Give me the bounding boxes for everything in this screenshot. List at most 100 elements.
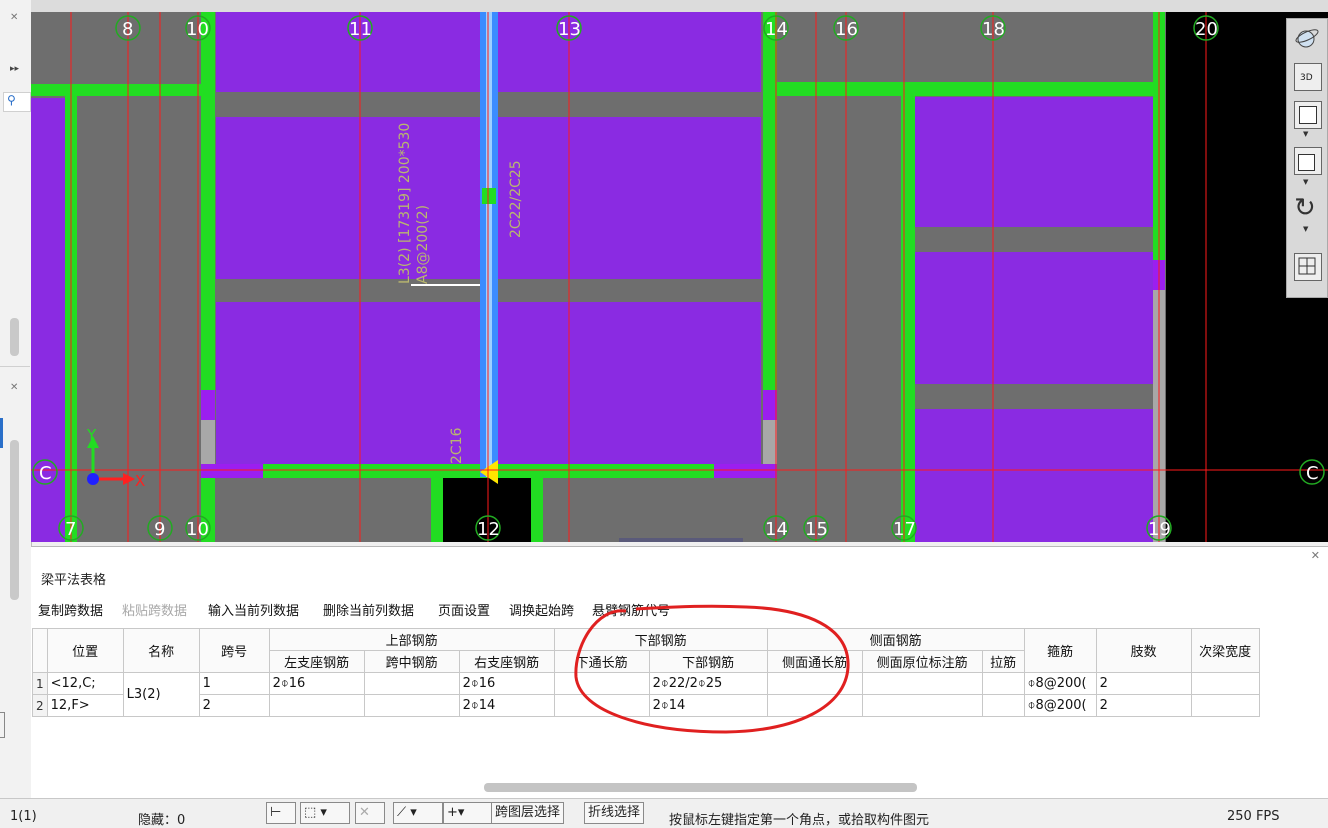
cross-select-icon[interactable]: ✕ xyxy=(355,802,385,824)
beam-end[interactable] xyxy=(201,464,263,478)
beam[interactable] xyxy=(531,478,543,542)
ucs-y-label: Y xyxy=(86,426,97,444)
cell-span[interactable]: 1 xyxy=(198,672,270,695)
cell-tie-bar[interactable] xyxy=(981,694,1025,717)
orbit-icon[interactable] xyxy=(1294,25,1320,51)
selection-marker xyxy=(0,418,3,448)
col-header-position[interactable]: 位置 xyxy=(46,628,124,673)
panel-title: 梁平法表格 xyxy=(41,573,107,588)
paste-span-button[interactable]: 粘贴跨数据 xyxy=(122,600,187,619)
grid-layout-icon[interactable] xyxy=(1294,253,1322,281)
status-bar: 1(1) 隐藏：0 ⊢ ⬚ ▾ ✕ ⟋ ▾ +▾ 跨图层选择 折线选择 按鼠标左… xyxy=(0,798,1328,828)
beam-annotation: 2C22/2C25 xyxy=(508,160,524,238)
row-index[interactable]: 1 xyxy=(32,672,48,695)
cad-canvas[interactable]: 8 10 11 13 14 16 18 20 7 9 10 12 14 15 1… xyxy=(31,12,1328,542)
axis-label: 9 xyxy=(154,519,165,540)
col-header-right-support[interactable]: 右支座钢筋 xyxy=(458,650,555,673)
col-header-legs[interactable]: 肢数 xyxy=(1095,628,1192,673)
slab[interactable] xyxy=(915,409,1155,542)
col-header-secondary-width[interactable]: 次梁宽度 xyxy=(1190,628,1260,673)
col-header-mid-span[interactable]: 跨中钢筋 xyxy=(363,650,460,673)
cell-right-support[interactable]: 2⌽16 xyxy=(458,672,555,695)
box-select-icon[interactable]: ⬚ ▾ xyxy=(300,802,350,824)
cell-side-in-situ[interactable] xyxy=(861,694,983,717)
expand-icon[interactable]: ▸▸ xyxy=(10,64,19,74)
axis-label: 15 xyxy=(805,519,828,540)
copy-span-button[interactable]: 复制跨数据 xyxy=(38,600,103,619)
line-select-icon[interactable]: ⟋ ▾ xyxy=(393,802,443,824)
axis-label: 20 xyxy=(1195,19,1218,40)
chevron-down-icon[interactable]: ▼ xyxy=(1303,225,1308,233)
slab[interactable] xyxy=(915,252,1155,384)
chevron-down-icon[interactable]: ▼ xyxy=(1303,130,1308,138)
cell-name[interactable]: L3(2) xyxy=(122,672,200,717)
axis-label: 12 xyxy=(477,519,500,540)
cell-position[interactable]: <12,C; xyxy=(46,672,124,695)
cell-mid-span[interactable] xyxy=(363,694,460,717)
rotate-icon[interactable]: ↻ xyxy=(1294,193,1320,223)
cross-layer-select-button[interactable]: 跨图层选择 xyxy=(491,802,565,824)
delete-column-button[interactable]: 删除当前列数据 xyxy=(323,600,414,619)
cell-tie-bar[interactable] xyxy=(981,672,1025,695)
chevron-down-icon[interactable]: ▼ xyxy=(1303,178,1308,186)
axis-label: 10 xyxy=(186,19,209,40)
beam[interactable] xyxy=(901,96,915,542)
splitter-handle[interactable] xyxy=(0,712,5,738)
scrollbar-thumb[interactable] xyxy=(10,318,19,356)
col-header-stirrup[interactable]: 箍筋 xyxy=(1023,628,1097,673)
close-icon[interactable]: ✕ xyxy=(10,12,18,24)
cell-legs[interactable]: 2 xyxy=(1095,672,1192,695)
input-column-button[interactable]: 输入当前列数据 xyxy=(208,600,299,619)
polyline-select-button[interactable]: 折线选择 xyxy=(584,802,645,824)
search-icon[interactable]: ⚲ xyxy=(7,93,16,107)
cell-position[interactable]: 12,F> xyxy=(46,694,124,717)
close-icon[interactable]: ✕ xyxy=(10,382,18,394)
scrollbar-thumb[interactable] xyxy=(10,440,19,600)
point-select-icon[interactable]: ⊢ xyxy=(266,802,296,824)
beam[interactable] xyxy=(31,84,201,96)
col-header-left-support[interactable]: 左支座钢筋 xyxy=(268,650,365,673)
cell-stirrup[interactable]: ⌽8@200( xyxy=(1023,672,1097,695)
col-header-side-in-situ[interactable]: 侧面原位标注筋 xyxy=(861,650,983,673)
view-box-icon[interactable] xyxy=(1294,147,1322,175)
beam-end[interactable] xyxy=(714,464,777,478)
axis-label: 14 xyxy=(765,19,788,40)
beam-node xyxy=(482,188,496,204)
cell-left-support[interactable] xyxy=(268,694,365,717)
column[interactable] xyxy=(201,390,215,420)
col-header-tie-bar[interactable]: 拉筋 xyxy=(981,650,1025,673)
cell-legs[interactable]: 2 xyxy=(1095,694,1192,717)
cell-span[interactable]: 2 xyxy=(198,694,270,717)
page-setup-button[interactable]: 页面设置 xyxy=(438,600,490,619)
view-3d-icon[interactable]: 3D xyxy=(1294,63,1322,91)
beam[interactable] xyxy=(431,478,443,542)
cell-side-in-situ[interactable] xyxy=(861,672,983,695)
collapse-handle[interactable] xyxy=(619,538,743,542)
col-header-name[interactable]: 名称 xyxy=(122,628,200,673)
col-header-span[interactable]: 跨号 xyxy=(198,628,270,673)
axis-label: 16 xyxy=(835,19,858,40)
row-axis-label: C xyxy=(39,463,52,484)
selected-beam-core xyxy=(486,12,492,477)
search-box[interactable]: ⚲ xyxy=(3,92,31,112)
cell-right-support[interactable]: 2⌽14 xyxy=(458,694,555,717)
cell-mid-span[interactable] xyxy=(363,672,460,695)
cell-secondary-width[interactable] xyxy=(1190,672,1260,695)
add-select-icon[interactable]: +▾ xyxy=(443,802,493,824)
horizontal-scrollbar-thumb[interactable] xyxy=(484,783,917,792)
hidden-count: 隐藏：0 xyxy=(138,813,186,828)
view-top-icon[interactable] xyxy=(1294,101,1322,129)
beam[interactable] xyxy=(777,82,1155,96)
row-index[interactable]: 2 xyxy=(32,694,48,717)
view-3d-label: 3D xyxy=(1300,73,1313,83)
close-icon[interactable]: ✕ xyxy=(1311,549,1320,562)
cell-secondary-width[interactable] xyxy=(1190,694,1260,717)
cell-stirrup[interactable]: ⌽8@200( xyxy=(1023,694,1097,717)
cell-left-support[interactable]: 2⌽16 xyxy=(268,672,365,695)
view-toolbar: 3D ▼ ▼ ↻ ▼ xyxy=(1286,18,1328,298)
slab[interactable] xyxy=(915,97,1155,227)
divider xyxy=(0,366,30,367)
red-circle-annotation xyxy=(574,604,850,734)
column[interactable] xyxy=(763,390,777,420)
beam[interactable] xyxy=(763,12,777,392)
